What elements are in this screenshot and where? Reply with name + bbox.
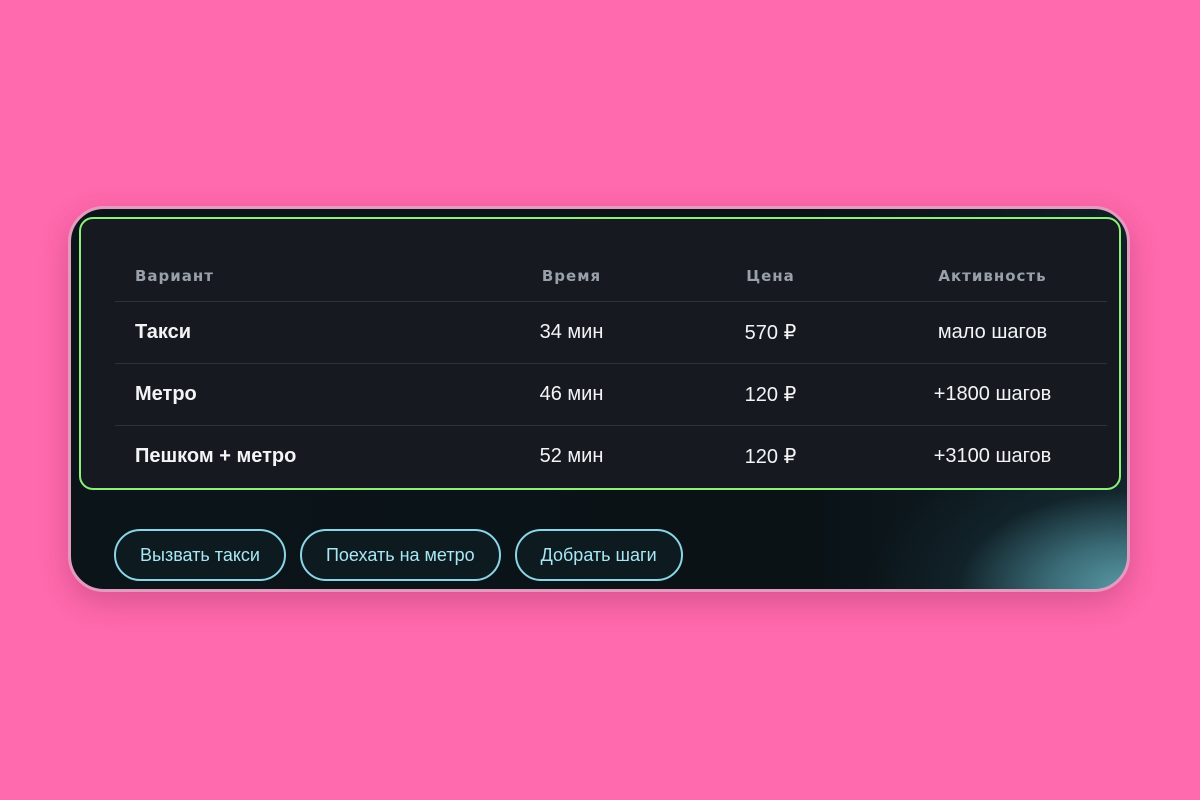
comparison-table-panel: Вариант Время Цена Активность Такси 34 м… [79,217,1121,490]
call-taxi-button[interactable]: Вызвать такси [114,529,286,581]
row-price: 120 ₽ [663,363,878,426]
row-activity: +3100 шагов [933,445,1052,467]
row-option: Метро [115,363,480,426]
row-time: 52 мин [539,445,604,467]
header-price: Цена [663,251,878,302]
row-time: 34 мин [480,301,663,364]
row-price: 570 ₽ [663,301,878,364]
table-row: Пешком + метро 52 мин 120 ₽ +3100 шагов [115,426,1107,488]
row-option: Такси [115,301,480,364]
header-option: Вариант [115,251,480,302]
row-time: 46 мин [480,363,663,426]
header-activity: Активность [878,251,1107,302]
row-price: 120 ₽ [744,446,797,468]
take-metro-button[interactable]: Поехать на метро [299,529,501,581]
row-activity: мало шагов [878,301,1107,364]
row-option: Пешком + метро [135,445,297,467]
route-comparison-card: Вариант Время Цена Активность Такси 34 м… [68,206,1130,592]
table-row: Метро 46 мин 120 ₽ +1800 шагов [115,363,1107,426]
table-row: Такси 34 мин 570 ₽ мало шагов [115,301,1107,364]
comparison-table: Вариант Время Цена Активность Такси 34 м… [115,251,1107,487]
add-steps-button[interactable]: Добрать шаги [514,529,683,581]
table-header-row: Вариант Время Цена Активность [115,251,1107,302]
row-activity: +1800 шагов [878,363,1107,426]
header-time: Время [480,251,663,302]
action-buttons: Вызвать такси Поехать на метро Добрать ш… [114,529,683,581]
